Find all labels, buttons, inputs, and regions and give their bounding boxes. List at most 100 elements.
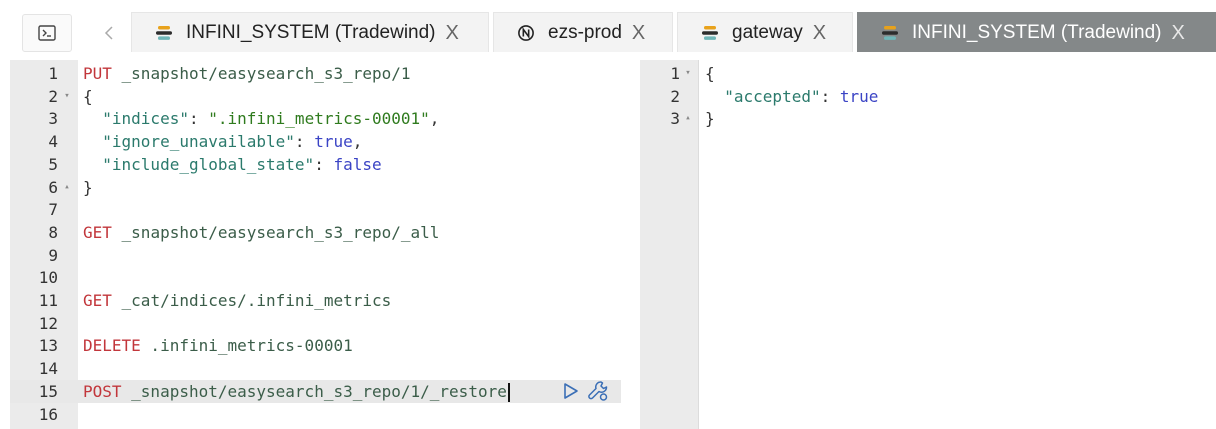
fold-toggle-icon: ▴	[685, 113, 691, 124]
code-line[interactable]: 5 "include_global_state": false	[10, 153, 621, 176]
request-path: _snapshot/easysearch_s3_repo/1/_restore	[121, 381, 507, 401]
code-text: "ignore_unavailable": true,	[83, 130, 362, 153]
play-icon[interactable]	[563, 382, 579, 400]
line-number: 3	[670, 109, 680, 129]
line-number: 16	[38, 404, 58, 424]
pane-divider[interactable]	[698, 60, 699, 429]
request-path: .infini_metrics-00001	[140, 336, 353, 356]
line-number: 1	[670, 64, 680, 83]
json-comma: ,	[429, 109, 440, 129]
scroll-tabs-left-button[interactable]	[88, 14, 130, 52]
request-editor[interactable]: 1 PUT _snapshot/easysearch_s3_repo/1 2 ▾ {3 …	[10, 60, 621, 429]
http-method: PUT	[83, 64, 112, 83]
line-number: 4	[48, 132, 58, 152]
request-path: _snapshot/easysearch_s3_repo/1	[111, 64, 411, 83]
code-text: POST _snapshot/easysearch_s3_repo/1/_res…	[83, 380, 510, 403]
easysearch-logo-icon	[702, 25, 718, 41]
request-actions	[563, 380, 609, 403]
line-number: 12	[38, 313, 58, 333]
easysearch-logo-icon	[156, 25, 172, 41]
line-number: 10	[38, 268, 58, 288]
line-number: 5	[48, 154, 58, 174]
code-text: "indices": ".infini_metrics-00001",	[83, 107, 439, 130]
code-text: GET _cat/indices/.infini_metrics	[83, 289, 391, 312]
code-line[interactable]: 3 "indices": ".infini_metrics-00001",	[10, 107, 621, 130]
response-editor[interactable]: 1 ▾{2 "accepted": true 3 ▴}	[640, 60, 1216, 429]
line-number: 2	[48, 86, 58, 106]
tab-label: gateway	[732, 21, 803, 43]
tab-label: ezs-prod	[548, 21, 622, 43]
code-line[interactable]: 15 POST _snapshot/easysearch_s3_repo/1/_r…	[10, 379, 621, 403]
chevron-left-icon	[104, 26, 113, 40]
json-key: "indices"	[83, 109, 189, 129]
tab-bar: INFINI_SYSTEM (Tradewind) X ezs-prod X g…	[0, 0, 1216, 56]
json-separator: :	[314, 154, 334, 174]
line-number: 2	[670, 86, 680, 106]
code-text: "accepted": true	[705, 85, 878, 108]
code-line[interactable]: 10	[10, 266, 621, 289]
code-line[interactable]: 1 PUT _snapshot/easysearch_s3_repo/1	[10, 62, 621, 85]
text-cursor	[507, 382, 510, 402]
code-line[interactable]: 2 "accepted": true	[640, 85, 1216, 108]
tab-close-icon[interactable]: X	[813, 23, 826, 43]
json-boolean: false	[333, 154, 382, 174]
line-number: 15	[38, 381, 58, 401]
cluster-logo-icon	[518, 24, 534, 41]
code-text: }	[705, 107, 715, 130]
http-method: GET	[83, 222, 112, 242]
code-line[interactable]: 1 ▾ {	[640, 62, 1216, 85]
easysearch-logo-icon	[882, 25, 898, 41]
tab-close-icon[interactable]: X	[1172, 23, 1185, 43]
console-toggle-button[interactable]	[22, 14, 72, 52]
tab-label: INFINI_SYSTEM (Tradewind)	[186, 21, 436, 43]
code-line[interactable]: 9	[10, 244, 621, 267]
tab-close-icon[interactable]: X	[446, 23, 459, 43]
json-separator: :	[294, 132, 315, 152]
line-number: 6	[48, 177, 58, 197]
code-line[interactable]: 16	[10, 403, 621, 426]
json-brace: }	[705, 109, 715, 129]
line-number: 8	[48, 222, 58, 242]
json-boolean: true	[839, 86, 879, 106]
code-line[interactable]: 11 GET _cat/indices/.infini_metrics	[10, 289, 621, 312]
code-line[interactable]: 4 "ignore_unavailable": true,	[10, 130, 621, 153]
terminal-icon	[38, 25, 56, 41]
code-text: "include_global_state": false	[83, 153, 382, 176]
code-line[interactable]: 3 ▴}	[640, 107, 1216, 130]
json-brace: {	[705, 64, 715, 83]
code-line[interactable]: 6 ▴}	[10, 176, 621, 199]
line-number: 11	[38, 291, 58, 310]
tab-close-icon[interactable]: X	[632, 23, 645, 43]
json-brace: {	[83, 86, 93, 106]
json-key: "accepted"	[705, 86, 821, 106]
code-text: DELETE .infini_metrics-00001	[83, 334, 353, 357]
code-text: {	[83, 85, 93, 108]
json-comma: ,	[352, 132, 363, 152]
json-string: ".infini_metrics-00001"	[208, 109, 430, 129]
line-number: 3	[48, 109, 58, 129]
http-method: GET	[83, 291, 112, 310]
tab-ezs-prod[interactable]: ezs-prod X	[493, 12, 673, 52]
http-method: POST	[83, 381, 122, 401]
code-text: }	[83, 176, 93, 199]
code-line[interactable]: 12	[10, 312, 621, 335]
request-path: _cat/indices/.infini_metrics	[111, 291, 392, 310]
wrench-icon[interactable]	[587, 380, 609, 402]
code-text: PUT _snapshot/easysearch_s3_repo/1	[83, 62, 411, 85]
request-path: _snapshot/easysearch_s3_repo/_all	[111, 222, 440, 242]
code-line[interactable]: 2 ▾ {	[10, 85, 621, 108]
tab-infini-system-1[interactable]: INFINI_SYSTEM (Tradewind) X	[131, 12, 489, 52]
line-number: 1	[48, 64, 58, 83]
line-number: 14	[38, 359, 58, 379]
code-text: {	[705, 62, 715, 85]
tab-infini-system-active[interactable]: INFINI_SYSTEM (Tradewind) X	[857, 12, 1216, 52]
code-line[interactable]: 7	[10, 198, 621, 221]
code-text: GET _snapshot/easysearch_s3_repo/_all	[83, 221, 439, 244]
json-boolean: true	[314, 132, 353, 152]
code-line[interactable]: 14	[10, 357, 621, 380]
code-line[interactable]: 8 GET _snapshot/easysearch_s3_repo/_all	[10, 221, 621, 244]
tab-gateway[interactable]: gateway X	[677, 12, 853, 52]
fold-toggle-icon: ▾	[685, 68, 691, 78]
http-method: DELETE	[83, 336, 141, 356]
code-line[interactable]: 13 DELETE .infini_metrics-00001	[10, 334, 621, 357]
